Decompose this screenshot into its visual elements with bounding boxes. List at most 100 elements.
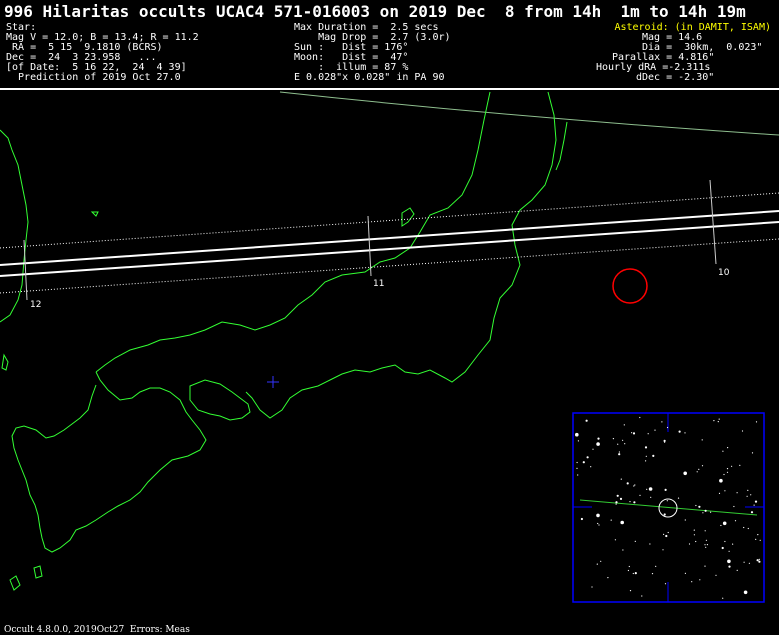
field-star [576,461,578,464]
field-star [624,443,626,445]
field-star [754,500,758,503]
field-star [586,456,589,459]
field-star [646,488,648,490]
field-star [678,430,681,433]
field-star [619,497,623,500]
field-star [596,442,600,446]
field-star [701,465,704,467]
field-star [758,558,760,561]
coastline-island-a [9,575,21,591]
field-star [732,543,734,545]
field-star [645,460,647,462]
field-star [684,432,686,434]
time-label-10: 10 [718,268,730,278]
field-star [724,540,726,543]
field-star [705,539,708,541]
field-star [639,416,641,419]
coastline-left-islet [1,353,9,371]
field-star [634,540,636,543]
field-star [600,560,602,562]
coastline-kyushu [11,371,207,553]
field-star [626,482,629,485]
field-star [750,494,752,496]
field-star [726,471,729,473]
field-star [722,521,727,526]
field-star [702,512,704,514]
field-star [736,569,738,572]
field-star [746,495,748,497]
field-star [633,501,636,504]
field-star [618,453,621,456]
field-star [612,438,615,440]
coastline-kuril [555,121,568,171]
field-star [728,565,731,568]
coastline-shikoku [189,379,251,421]
field-star [684,572,687,575]
field-star [607,577,609,579]
field-star [698,468,700,470]
field-star [758,560,761,563]
field-star [747,489,749,491]
field-star [580,517,584,521]
path-edge-north [0,210,779,266]
field-star [722,597,724,599]
field-star [639,494,641,496]
field-star [724,490,726,492]
field-star [666,426,669,429]
path-map [0,91,779,603]
field-star [706,544,709,546]
field-star [734,520,737,522]
field-star [597,437,600,440]
field-star [667,531,669,534]
field-star [756,559,759,562]
field-star [596,513,600,518]
field-star [663,513,666,516]
field-star [704,544,706,546]
field-star [575,432,579,437]
field-star [743,526,745,529]
field-star [632,572,634,575]
field-star [755,538,757,541]
field-star [662,549,664,551]
field-star [751,452,754,454]
field-star [622,439,624,441]
field-star [650,496,652,498]
field-star [691,581,693,583]
field-star [733,505,735,508]
field-star [731,465,733,467]
field-star [677,497,680,499]
field-star [596,563,598,565]
field-star [615,501,618,504]
field-star [665,534,668,538]
field-star [661,421,663,423]
field-star [715,574,717,576]
field-star [664,583,667,585]
field-star [743,561,745,563]
field-star [634,572,637,575]
field-star [651,573,654,575]
coastline-dot [90,211,99,217]
field-star [664,488,667,491]
asteroid-circle [612,268,648,304]
path-edge-south [0,221,779,277]
field-star [757,534,759,536]
field-star [614,539,617,541]
field-star [693,529,695,531]
field-star [631,432,633,434]
sigma-line-north [0,192,779,249]
field-star [698,505,701,508]
field-star [710,511,712,513]
occultation-path [0,192,779,294]
field-star [743,590,748,595]
field-star [615,503,617,505]
field-star [585,419,588,422]
field-star [696,471,698,473]
coastline-island-b [33,565,43,579]
field-star [693,534,696,536]
field-star [649,543,651,545]
field-star [617,443,619,445]
field-star [759,539,761,541]
field-star [718,492,721,494]
field-star [641,595,643,597]
field-star [695,540,697,543]
